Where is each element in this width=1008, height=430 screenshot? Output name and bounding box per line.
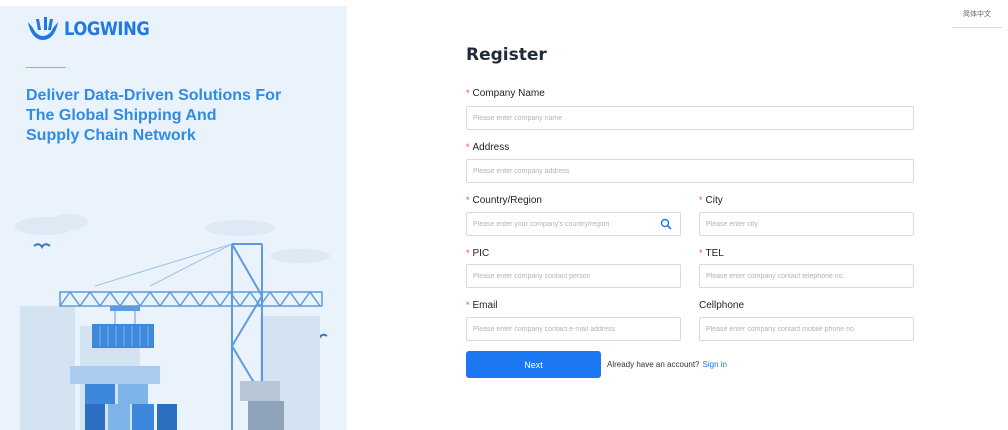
brand-name: LOGWING [64, 18, 150, 40]
port-illustration [15, 214, 330, 430]
crane-cable [94, 243, 233, 287]
pic-field [466, 264, 681, 288]
container-stack [70, 366, 284, 430]
crane-boom [59, 290, 323, 308]
country-region-input[interactable] [467, 213, 680, 236]
required-marker: * [699, 195, 703, 205]
address-label: * Address [466, 142, 509, 153]
city-field [699, 212, 914, 236]
search-icon[interactable] [660, 218, 672, 230]
signin-prompt-row: Already have an account? Sign in [607, 360, 727, 369]
seagull-icon [33, 243, 51, 249]
hero-panel: LOGWING Deliver Data-Driven Solutions Fo… [0, 6, 347, 430]
required-marker: * [466, 195, 470, 205]
company-name-field [466, 106, 914, 130]
email-field [466, 317, 681, 341]
logo-wing-icon [28, 17, 58, 40]
hero-headline-line: The Global Shipping And [26, 107, 217, 124]
hero-headline-line: Deliver Data-Driven Solutions For [26, 87, 282, 104]
address-input[interactable] [467, 160, 913, 183]
country-region-field [466, 212, 681, 236]
pic-label-text: PIC [472, 248, 490, 259]
email-label: * Email [466, 300, 498, 311]
hanging-container [92, 324, 154, 348]
email-input[interactable] [467, 318, 680, 341]
tel-field [699, 264, 914, 288]
hero-headline: Deliver Data-Driven Solutions For The Gl… [26, 86, 326, 146]
company-name-label: * Company Name [466, 88, 545, 99]
hero-headline-line: Supply Chain Network [26, 127, 196, 144]
company-name-label-text: Company Name [472, 88, 545, 99]
required-marker: * [466, 142, 470, 152]
tel-input[interactable] [700, 265, 913, 288]
signin-link[interactable]: Sign in [703, 360, 727, 369]
next-button[interactable]: Next [466, 351, 601, 378]
cellphone-input[interactable] [700, 318, 913, 341]
pic-input[interactable] [467, 265, 680, 288]
required-marker: * [466, 300, 470, 310]
brand-logo: LOGWING [26, 14, 163, 44]
company-name-input[interactable] [467, 107, 913, 130]
email-label-text: Email [472, 300, 498, 311]
pic-label: * PIC [466, 248, 489, 259]
language-switch[interactable]: 简体中文 [952, 6, 1002, 28]
country-region-label: * Country/Region [466, 195, 542, 206]
tel-label-text: TEL [705, 248, 724, 259]
tel-label: * TEL [699, 248, 724, 259]
address-label-text: Address [472, 142, 510, 153]
required-marker: * [466, 88, 470, 98]
city-label-text: City [705, 195, 723, 206]
city-label: * City [699, 195, 723, 206]
cellphone-field [699, 317, 914, 341]
country-region-label-text: Country/Region [472, 195, 542, 206]
city-input[interactable] [700, 213, 913, 236]
signin-prompt: Already have an account? [607, 360, 700, 369]
cellphone-label: Cellphone [699, 300, 744, 311]
cellphone-label-text: Cellphone [699, 300, 745, 311]
cloud-shape [15, 214, 330, 263]
hero-divider [26, 67, 66, 68]
required-marker: * [466, 248, 470, 258]
page-title: Register [466, 45, 547, 65]
address-field [466, 159, 914, 183]
required-marker: * [699, 248, 703, 258]
